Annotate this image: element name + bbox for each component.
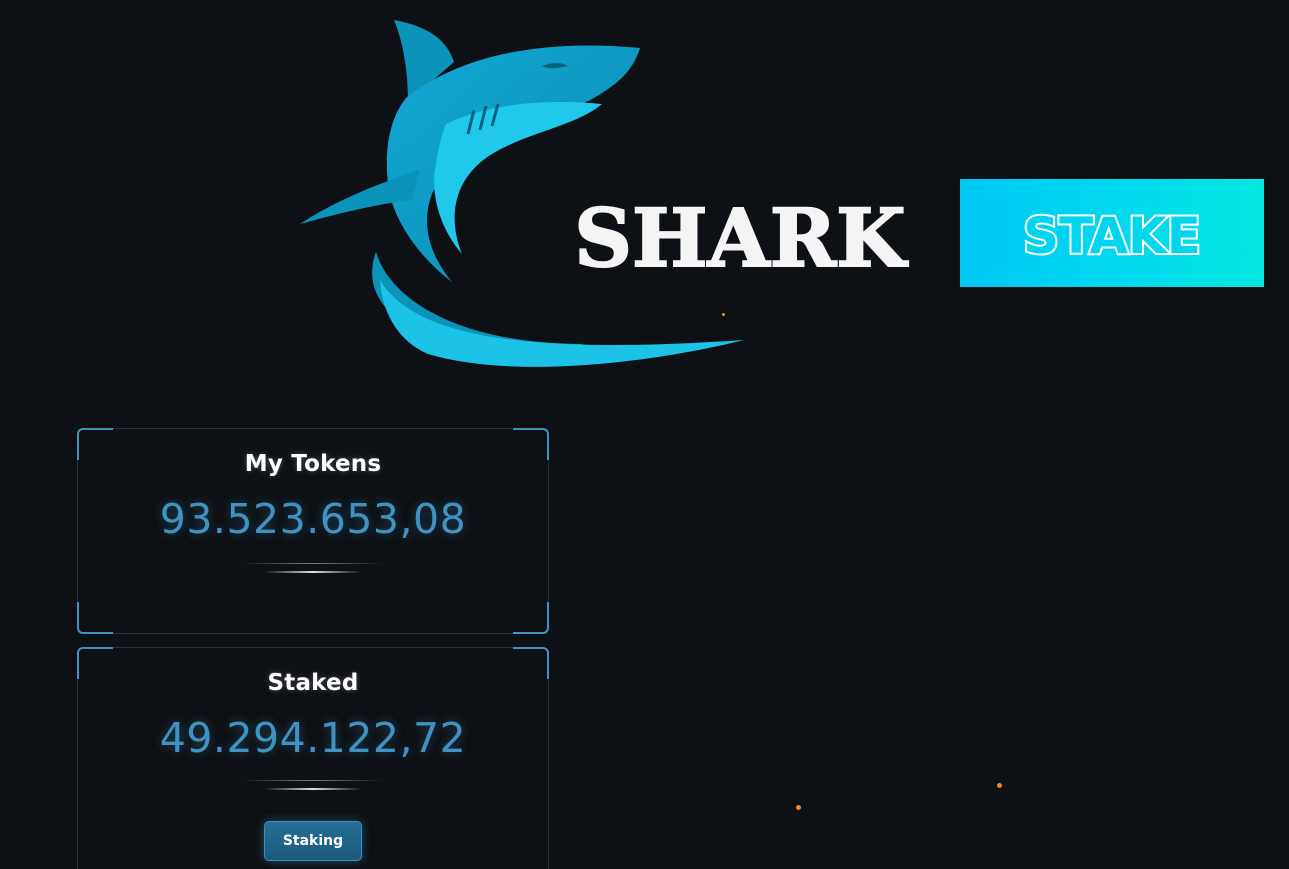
card-corner — [77, 602, 113, 634]
logo-wordmark: SHARK — [573, 190, 909, 282]
my-tokens-value: 93.523.653,08 — [159, 495, 467, 543]
card-corner — [513, 602, 549, 634]
my-tokens-title: My Tokens — [244, 451, 382, 477]
staked-card: Staked 49.294.122,72 Staking — [77, 647, 549, 869]
page: SHARK STAKE My Tokens 93.523.653,08 Stak… — [0, 0, 1289, 869]
staking-button[interactable]: Staking — [264, 821, 362, 861]
logo-word-text: SHARK — [574, 191, 908, 282]
particle-dot — [722, 313, 725, 316]
card-divider — [240, 780, 386, 792]
logo-badge: STAKE — [960, 179, 1264, 287]
particle-dot — [997, 783, 1002, 788]
particle-dot — [796, 805, 801, 810]
my-tokens-card: My Tokens 93.523.653,08 — [77, 428, 549, 634]
card-divider — [240, 563, 386, 575]
staked-value: 49.294.122,72 — [159, 714, 467, 762]
staked-title: Staked — [267, 670, 359, 696]
logo-badge-text: STAKE — [1023, 207, 1201, 265]
